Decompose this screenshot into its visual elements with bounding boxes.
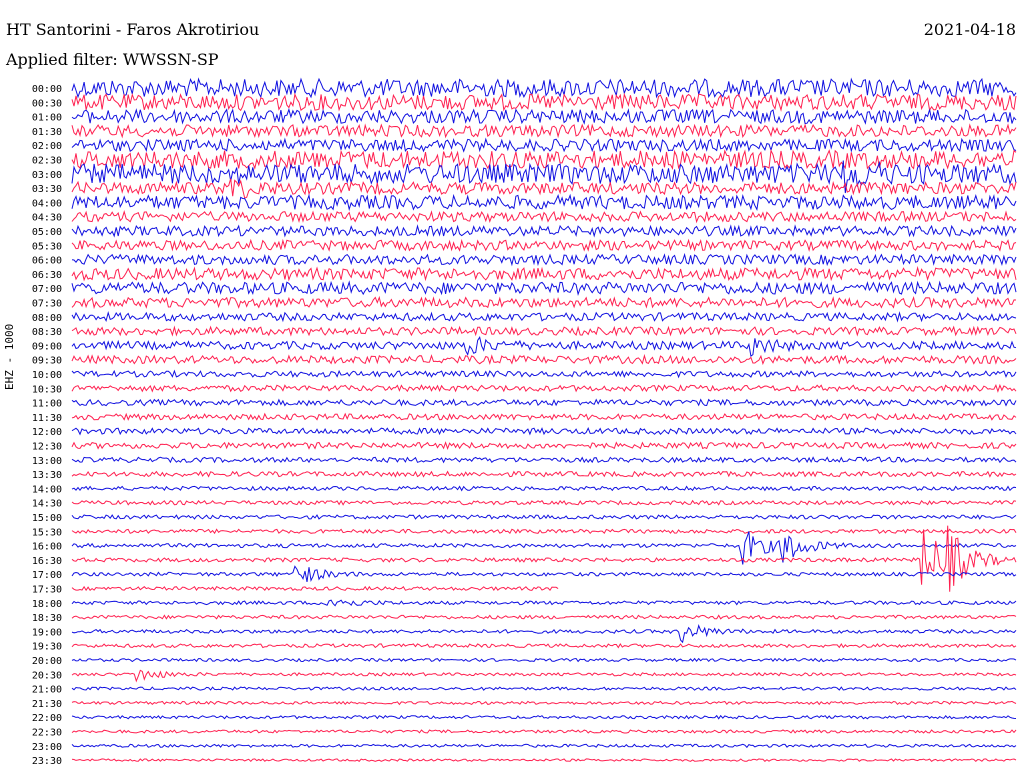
- row-time-label: 15:00: [32, 513, 62, 524]
- trace-row-1930: [71, 643, 1017, 649]
- trace-row-1430: [71, 499, 1017, 506]
- trace-row-0930: [71, 353, 1017, 366]
- row-time-label: 00:00: [32, 84, 62, 95]
- row-time-label: 20:30: [32, 670, 62, 681]
- row-time-label: 03:00: [32, 170, 62, 181]
- trace-row-1000: [71, 369, 1017, 379]
- row-time-label: 08:00: [32, 313, 62, 324]
- row-time-label: 13:00: [32, 456, 62, 467]
- trace-row-2230: [71, 729, 1017, 734]
- trace-row-0230: [71, 148, 1017, 171]
- trace-row-1130: [71, 412, 1017, 421]
- trace-row-1530: [71, 528, 1017, 535]
- trace-row-2130: [71, 700, 1017, 706]
- row-time-label: 07:00: [32, 284, 62, 295]
- trace-row-0700: [71, 280, 1017, 296]
- row-time-label: 20:00: [32, 656, 62, 667]
- row-time-label: 23:00: [32, 742, 62, 753]
- trace-row-0500: [71, 224, 1017, 238]
- helicorder-plot: 00:00 00:30 01:00 01:30 02:00 02:30 03:00 03:30…: [32, 77, 1017, 767]
- trace-row-0430: [71, 210, 1017, 224]
- row-time-label: 01:30: [32, 127, 62, 138]
- trace-row-0600: [71, 252, 1017, 267]
- row-time-label: 23:30: [32, 756, 62, 767]
- row-time-label: 05:30: [32, 241, 62, 252]
- row-time-label: 16:30: [32, 556, 62, 567]
- trace-row-1500: [71, 514, 1017, 520]
- row-time-label: 06:30: [32, 270, 62, 281]
- row-time-label: 18:00: [32, 599, 62, 610]
- row-time-label: 14:30: [32, 499, 62, 510]
- row-time-label: 22:30: [32, 728, 62, 739]
- trace-row-1300: [71, 456, 1017, 464]
- trace-row-2100: [71, 686, 1017, 691]
- trace-row-1900: [71, 623, 1017, 644]
- trace-row-0900: [71, 336, 1017, 357]
- trace-row-0000: [71, 77, 1017, 99]
- trace-row-1630: [71, 525, 1017, 592]
- row-time-label: 13:30: [32, 470, 62, 481]
- row-time-label: 05:00: [32, 227, 62, 238]
- trace-row-2330: [71, 758, 1017, 763]
- trace-row-1030: [71, 383, 1017, 393]
- trace-row-1400: [71, 485, 1017, 492]
- row-time-label: 11:00: [32, 399, 62, 410]
- trace-row-0100: [71, 107, 1017, 125]
- trace-row-0830: [71, 325, 1017, 337]
- row-time-label: 03:30: [32, 184, 62, 195]
- trace-row-1330: [71, 470, 1017, 478]
- row-time-label: 11:30: [32, 413, 62, 424]
- trace-row-0400: [71, 193, 1017, 212]
- trace-row-0030: [71, 92, 1017, 112]
- row-time-label: 04:00: [32, 198, 62, 209]
- row-time-label: 16:00: [32, 542, 62, 553]
- row-time-label: 17:30: [32, 585, 62, 596]
- row-time-label: 07:30: [32, 299, 62, 310]
- trace-row-1800: [71, 599, 1017, 607]
- row-time-label: 10:00: [32, 370, 62, 381]
- trace-row-1730: [71, 585, 559, 592]
- row-time-label: 06:00: [32, 256, 62, 267]
- row-time-label: 17:00: [32, 570, 62, 581]
- row-time-label: 18:30: [32, 613, 62, 624]
- trace-row-0530: [71, 238, 1017, 253]
- trace-row-1830: [71, 614, 1017, 620]
- row-time-label: 12:00: [32, 427, 62, 438]
- trace-row-0130: [71, 123, 1017, 139]
- channel-label: EHZ - 1000: [3, 323, 16, 390]
- row-time-label: 19:30: [32, 642, 62, 653]
- row-time-label: 08:30: [32, 327, 62, 338]
- trace-row-1200: [71, 427, 1017, 436]
- row-time-label: 22:00: [32, 713, 62, 724]
- trace-row-2200: [71, 714, 1017, 720]
- trace-row-0800: [71, 310, 1017, 323]
- row-time-label: 09:30: [32, 356, 62, 367]
- trace-row-1100: [71, 398, 1017, 407]
- trace-row-2300: [71, 743, 1017, 749]
- row-time-label: 19:00: [32, 627, 62, 638]
- row-time-label: 09:00: [32, 341, 62, 352]
- row-time-label: 14:00: [32, 484, 62, 495]
- trace-row-1700: [71, 565, 1017, 583]
- row-time-label: 10:30: [32, 384, 62, 395]
- trace-row-2030: [71, 669, 1017, 683]
- row-time-label: 15:30: [32, 527, 62, 538]
- row-time-label: 04:30: [32, 213, 62, 224]
- trace-row-0200: [71, 137, 1017, 153]
- row-time-label: 02:30: [32, 156, 62, 167]
- row-time-label: 21:30: [32, 699, 62, 710]
- row-time-label: 12:30: [32, 442, 62, 453]
- trace-row-1230: [71, 441, 1017, 450]
- row-time-label: 02:00: [32, 141, 62, 152]
- row-time-label: 01:00: [32, 113, 62, 124]
- trace-row-2000: [71, 657, 1017, 663]
- row-time-label: 00:30: [32, 98, 62, 109]
- trace-row-0730: [71, 295, 1017, 310]
- row-time-label: 21:00: [32, 685, 62, 696]
- trace-row-0630: [71, 265, 1017, 282]
